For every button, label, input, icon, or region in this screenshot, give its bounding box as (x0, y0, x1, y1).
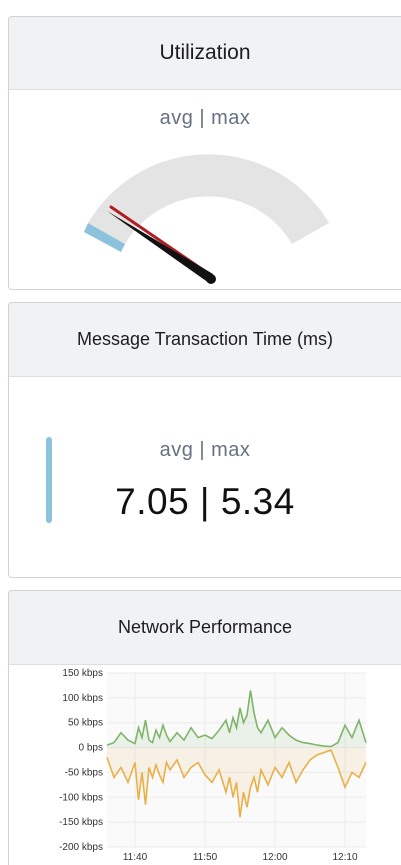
panel-title: Network Performance (117, 617, 293, 637)
network-performance-panel: Network Performance 150 kbps 100 kbps 50 k… (8, 590, 401, 865)
x-tick-label: 12:00 (262, 852, 287, 863)
network-chart: 150 kbps 100 kbps 50 kbps 0 bps -50 kbps -100… (59, 668, 367, 863)
y-tick-label: 0 bps (79, 743, 103, 754)
utilization-panel: Utilization avg | max (8, 16, 401, 290)
panel-header: Network Performance (9, 591, 401, 665)
x-tick-label: 11:50 (193, 852, 218, 863)
panel-header: Utilization (9, 17, 401, 90)
y-tick-label: -200 kbps (59, 842, 103, 853)
gauge-needle-tip (206, 274, 216, 284)
utilization-gauge (84, 154, 329, 284)
y-tick-label: 150 kbps (62, 668, 103, 679)
stat-subtitle: avg | max (159, 439, 251, 461)
y-tick-label: -50 kbps (65, 767, 103, 778)
stat-value: 7.05 | 5.34 (115, 481, 295, 522)
y-tick-label: -150 kbps (59, 817, 103, 828)
x-tick-label: 12:10 (332, 852, 357, 863)
x-tick-label: 11:40 (123, 852, 148, 863)
y-tick-label: -100 kbps (59, 792, 103, 803)
panel-title: Message Transaction Time (ms) (76, 329, 334, 349)
y-tick-label: 50 kbps (68, 718, 103, 729)
panel-title: Utilization (159, 41, 251, 64)
y-tick-label: 100 kbps (62, 693, 103, 704)
panel-header: Message Transaction Time (ms) (9, 303, 401, 377)
gauge-subtitle: avg | max (159, 107, 251, 129)
message-transaction-panel: Message Transaction Time (ms) avg | max … (8, 302, 401, 578)
gauge-track (88, 154, 329, 244)
